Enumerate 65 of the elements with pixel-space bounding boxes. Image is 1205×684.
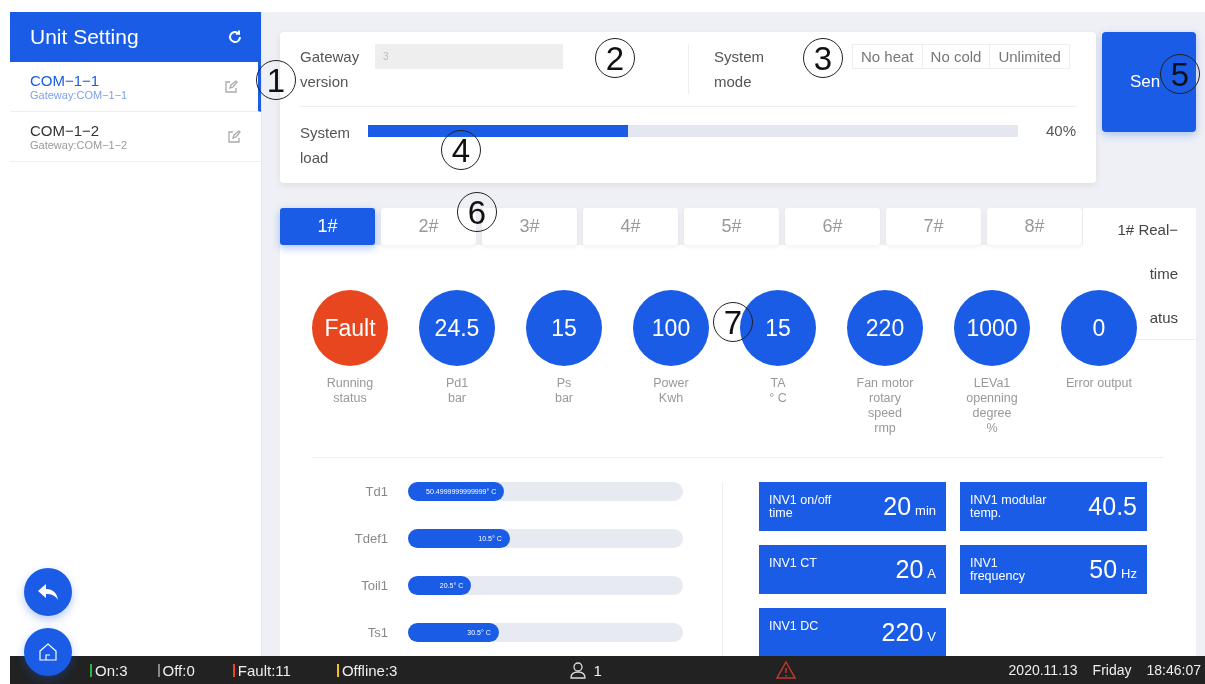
status-count: Offline:3 [341, 661, 398, 679]
realtime-tab-label[interactable]: time [1149, 252, 1178, 296]
unit-tab[interactable]: 4# [583, 208, 678, 245]
metric-circle: 0 [1061, 290, 1137, 366]
metric-circle: 100 [633, 290, 709, 366]
back-arrow-icon [37, 583, 59, 601]
inverter-label: INV1 DC [769, 620, 820, 633]
item-name: COM−1−2 [30, 122, 101, 139]
temperature-label: Ts1 [366, 625, 388, 640]
item-gateway: Gateway:COM−1−1 [30, 89, 128, 101]
status-weekday: Friday [1092, 662, 1132, 678]
inverter-value: 40.5 [1088, 492, 1137, 521]
metric-label: Power Kwh [652, 376, 690, 406]
metric-circle: 15 [740, 290, 816, 366]
inverter-value: 220 V [881, 618, 936, 647]
sidebar-title: Unit Setting [30, 25, 139, 49]
metric-circle: 24.5 [419, 290, 495, 366]
temperature-label: Toil1 [360, 578, 388, 593]
metric-label: Ps bar [553, 376, 575, 406]
status-count: Fault:11 [237, 661, 291, 679]
status-time: 18:46:07 [1146, 662, 1201, 678]
inverter-value: 50 Hz [1089, 555, 1137, 584]
item-name: COM−1−1 [30, 72, 101, 89]
unit-tab[interactable]: 6# [785, 208, 880, 245]
user-count: 1 [593, 661, 602, 679]
temperature-label: Tdef1 [353, 531, 388, 546]
item-gateway: Gateway:COM−1−2 [30, 139, 128, 151]
gateway-label: Gateway version [300, 47, 361, 92]
warning-icon[interactable] [775, 661, 796, 679]
realtime-tab-label[interactable]: 1# Real− [1117, 208, 1178, 252]
metric-circle: Fault [312, 290, 388, 366]
metric-circle: 1000 [954, 290, 1030, 366]
inverter-label: INV1 frequency [970, 557, 1026, 583]
load-label: System load [300, 123, 351, 168]
mode-option[interactable]: No cold [921, 45, 990, 68]
unit-tab[interactable]: 7# [886, 208, 981, 245]
inverter-label: INV1 on/off time [769, 494, 833, 520]
status-date: 2020.11.13 [1008, 662, 1078, 678]
inverter-label: INV1 CT [769, 557, 818, 570]
metric-label: TA ° C [768, 376, 788, 406]
user-icon [569, 661, 588, 679]
metric-circle: 15 [526, 290, 602, 366]
unit-tab[interactable]: 1# [280, 208, 375, 245]
inverter-value: 20 min [883, 492, 936, 521]
realtime-tab-label[interactable]: atus [1149, 296, 1178, 340]
mode-option[interactable]: No heat [853, 45, 922, 68]
refresh-icon[interactable] [227, 29, 243, 45]
metric-label: LEVa1 openning degree % [965, 376, 1019, 436]
inverter-value: 20 A [895, 555, 936, 584]
load-reading: 40% [1045, 122, 1076, 139]
metric-label: Pd1 bar [444, 376, 470, 406]
unit-tab[interactable]: 5# [684, 208, 779, 245]
metric-label: Error output [1065, 376, 1133, 391]
mode-label: System mode [714, 47, 765, 92]
status-count: Off:0 [162, 661, 195, 679]
metric-circle: 220 [847, 290, 923, 366]
unit-tab[interactable]: 8# [987, 208, 1082, 245]
home-icon [38, 642, 58, 662]
temperature-label: Td1 [364, 484, 388, 499]
sidebar-item[interactable]: COM−1−2 Gateway:COM−1−2 [10, 112, 261, 162]
status-count: On:3 [95, 661, 128, 679]
metric-label: Fan motor rotary speed rmp [855, 376, 915, 436]
mode-option[interactable]: Unlimited [989, 45, 1069, 68]
inverter-label: INV1 modular temp. [970, 494, 1048, 520]
metric-label: Running status [325, 376, 375, 406]
